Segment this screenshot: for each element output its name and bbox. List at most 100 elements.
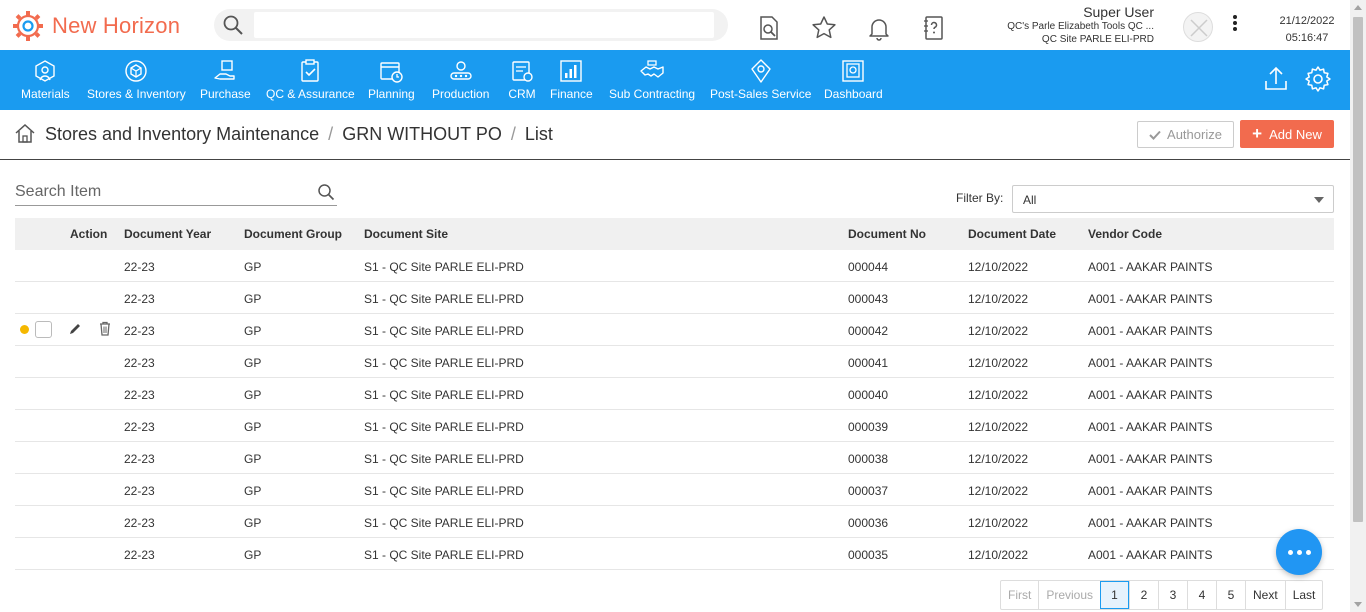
materials-icon: [30, 56, 60, 86]
delete-trash-icon[interactable]: [98, 321, 112, 336]
filter-label: Filter By:: [956, 191, 1004, 205]
cell-document-group: GP: [244, 388, 262, 402]
page-previous[interactable]: Previous: [1038, 581, 1100, 609]
edit-pencil-icon[interactable]: [68, 322, 82, 336]
scroll-down-arrow[interactable]: [1354, 602, 1362, 607]
nav-crm[interactable]: CRM: [507, 50, 537, 110]
avatar[interactable]: [1183, 12, 1213, 42]
cell-document-year: 22-23: [124, 324, 155, 338]
nav-qc-assurance[interactable]: QC & Assurance: [266, 50, 355, 110]
upload-icon[interactable]: [1261, 64, 1291, 94]
search-item-input[interactable]: [15, 180, 305, 204]
dashboard-icon: [838, 56, 868, 86]
breadcrumb-form[interactable]: GRN WITHOUT PO: [342, 124, 502, 145]
col-document-no[interactable]: Document No: [848, 227, 926, 241]
filter-value: All: [1023, 193, 1037, 207]
cell-document-date: 12/10/2022: [968, 292, 1029, 306]
cell-vendor-code: A001 - AAKAR PAINTS: [1088, 420, 1213, 434]
page-3[interactable]: 3: [1158, 581, 1187, 609]
col-action: Action: [70, 227, 108, 241]
scroll-up-arrow[interactable]: [1354, 5, 1362, 10]
page-first[interactable]: First: [1001, 581, 1038, 609]
breadcrumb-page: List: [524, 124, 553, 144]
table-row[interactable]: 22-23 GP S1 - QC Site PARLE ELI-PRD 000040 1…: [15, 378, 1334, 410]
table-row[interactable]: 22-23 GP S1 - QC Site PARLE ELI-PRD 000036 1…: [15, 506, 1334, 538]
table-row[interactable]: 22-23 GP S1 - QC Site PARLE ELI-PRD 000039 1…: [15, 410, 1334, 442]
table-row[interactable]: 22-23 GP S1 - QC Site PARLE ELI-PRD 000038 1…: [15, 442, 1334, 474]
nav-purchase[interactable]: Purchase: [200, 50, 251, 110]
sub-contracting-icon: [637, 56, 667, 86]
nav-dashboard[interactable]: Dashboard: [824, 50, 883, 110]
col-document-year[interactable]: Document Year: [124, 227, 211, 241]
page-last[interactable]: Last: [1284, 581, 1323, 609]
search-item-field[interactable]: [15, 180, 337, 206]
finance-icon: [556, 56, 586, 86]
page-5[interactable]: 5: [1216, 581, 1245, 609]
more-options-icon[interactable]: [1228, 14, 1242, 34]
vertical-scrollbar[interactable]: [1350, 0, 1366, 612]
col-document-site[interactable]: Document Site: [364, 227, 448, 241]
filter-select[interactable]: All: [1012, 185, 1334, 213]
cell-document-year: 22-23: [124, 292, 155, 306]
cell-document-date: 12/10/2022: [968, 388, 1029, 402]
cell-document-group: GP: [244, 356, 262, 370]
nav-finance[interactable]: Finance: [550, 50, 593, 110]
table-row[interactable]: 22-23 GP S1 - QC Site PARLE ELI-PRD 000037 1…: [15, 474, 1334, 506]
top-header: New Horizon Super User QC's Parle Elizab…: [0, 0, 1350, 50]
nav-production[interactable]: Production: [432, 50, 489, 110]
user-name: Super User: [1083, 4, 1154, 20]
authorize-button[interactable]: Authorize: [1137, 121, 1234, 148]
global-search[interactable]: [214, 9, 728, 41]
chat-bubble-icon[interactable]: [1276, 529, 1322, 575]
cell-vendor-code: A001 - AAKAR PAINTS: [1088, 292, 1213, 306]
table-row[interactable]: 22-23 GP S1 - QC Site PARLE ELI-PRD 000041 1…: [15, 346, 1334, 378]
breadcrumb-module[interactable]: Stores and Inventory Maintenance: [45, 124, 319, 145]
cell-document-date: 12/10/2022: [968, 548, 1029, 562]
cell-document-site: S1 - QC Site PARLE ELI-PRD: [364, 484, 524, 498]
table-row[interactable]: 22-23 GP S1 - QC Site PARLE ELI-PRD 000035 1…: [15, 538, 1334, 570]
nav-sub-contracting[interactable]: Sub Contracting: [609, 50, 695, 110]
cell-document-no: 000038: [848, 452, 889, 466]
avatar-placeholder-icon: [1190, 19, 1208, 37]
check-icon: [1149, 130, 1161, 140]
col-document-date[interactable]: Document Date: [968, 227, 1056, 241]
cell-document-no: 000036: [848, 516, 889, 530]
global-search-input[interactable]: [254, 12, 714, 38]
cell-document-date: 12/10/2022: [968, 516, 1029, 530]
nav-stores-inventory[interactable]: Stores & Inventory: [87, 50, 186, 110]
cell-document-no: 000040: [848, 388, 889, 402]
col-vendor-code[interactable]: Vendor Code: [1088, 227, 1162, 241]
page-1[interactable]: 1: [1100, 581, 1130, 609]
settings-gear-icon[interactable]: [1303, 64, 1333, 94]
star-icon[interactable]: [810, 14, 838, 42]
cell-document-date: 12/10/2022: [968, 420, 1029, 434]
table-header: Action Document Year Document Group Docu…: [15, 218, 1334, 250]
nav-post-sales-service[interactable]: Post-Sales Service: [710, 50, 811, 110]
cell-vendor-code: A001 - AAKAR PAINTS: [1088, 548, 1213, 562]
plus-icon: +: [1252, 124, 1263, 143]
status-dot-icon: [20, 325, 29, 334]
table-row[interactable]: 22-23 GP S1 - QC Site PARLE ELI-PRD 000044 1…: [15, 250, 1334, 282]
app-logo[interactable]: New Horizon: [12, 10, 180, 42]
nav-planning[interactable]: Planning: [368, 50, 415, 110]
nav-materials[interactable]: Materials: [21, 50, 70, 110]
home-icon[interactable]: [14, 122, 36, 144]
page-4[interactable]: 4: [1187, 581, 1216, 609]
user-info[interactable]: Super User QC's Parle Elizabeth Tools QC…: [960, 4, 1154, 46]
cell-document-site: S1 - QC Site PARLE ELI-PRD: [364, 260, 524, 274]
cell-document-site: S1 - QC Site PARLE ELI-PRD: [364, 292, 524, 306]
scrollbar-thumb[interactable]: [1353, 17, 1363, 522]
table-row[interactable]: 22-23 GP S1 - QC Site PARLE ELI-PRD 000042 1…: [15, 314, 1334, 346]
row-checkbox[interactable]: [35, 321, 52, 338]
bell-icon[interactable]: [865, 14, 893, 42]
page-2[interactable]: 2: [1129, 581, 1158, 609]
table-row[interactable]: 22-23 GP S1 - QC Site PARLE ELI-PRD 000043 1…: [15, 282, 1334, 314]
page-next[interactable]: Next: [1245, 581, 1285, 609]
search-icon[interactable]: [317, 183, 335, 201]
add-new-button[interactable]: + Add New: [1240, 120, 1334, 148]
cell-document-year: 22-23: [124, 452, 155, 466]
col-document-group[interactable]: Document Group: [244, 227, 342, 241]
document-search-icon[interactable]: [755, 14, 783, 42]
breadcrumb: Stores and Inventory Maintenance / GRN W…: [45, 124, 553, 145]
help-document-icon[interactable]: [920, 14, 948, 42]
